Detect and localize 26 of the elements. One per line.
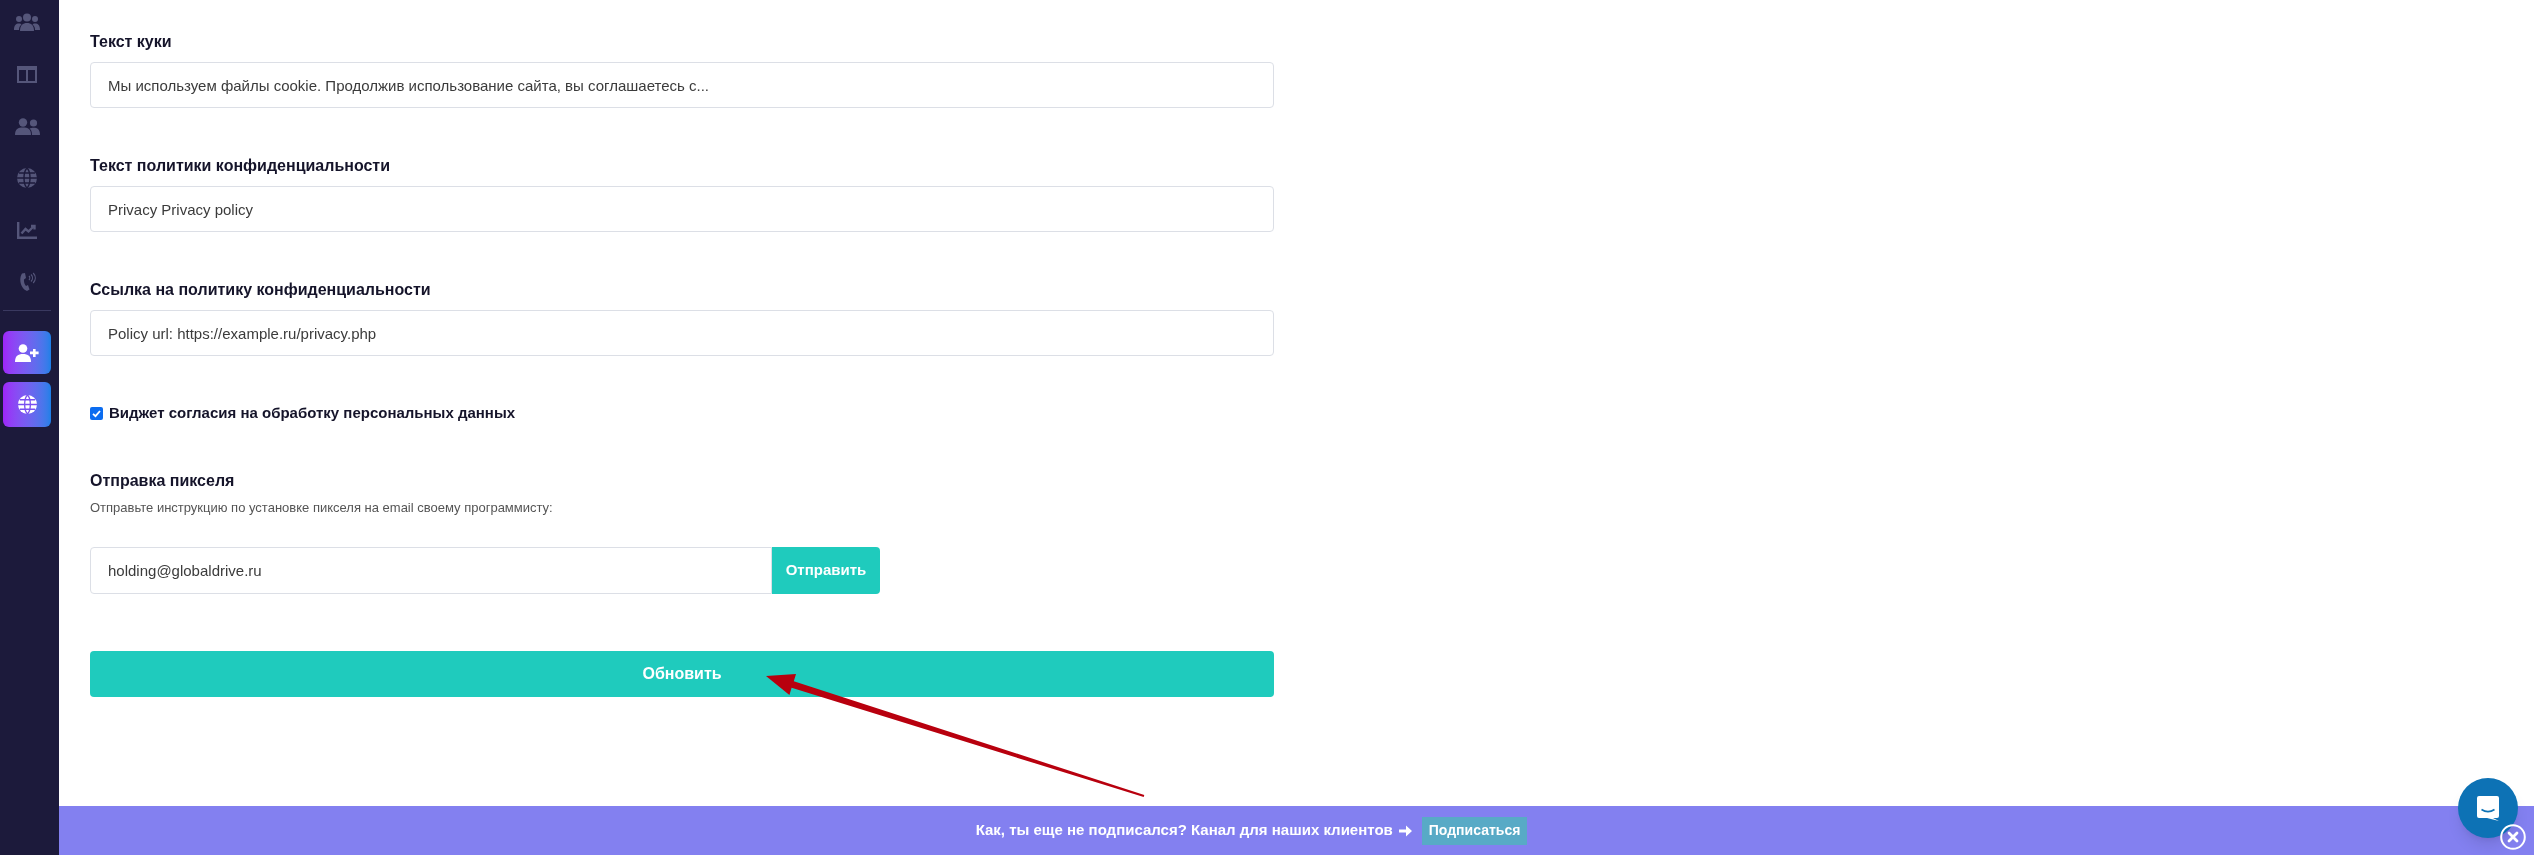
checkbox[interactable]: [90, 406, 103, 420]
section-title: Отправка пикселя: [90, 471, 236, 491]
phone-icon[interactable]: [18, 272, 36, 292]
globe-button[interactable]: [3, 382, 51, 427]
section-description: Отправьте инструкцию по установке пикселя на email своему программисту:: [90, 499, 554, 517]
users-icon[interactable]: [14, 13, 40, 31]
chat-button[interactable]: [2458, 778, 2518, 838]
arrow-right-icon: [1398, 824, 1412, 837]
text-input[interactable]: Мы используем файлы cookie. Продолжив использование сайта, вы соглашаетесь с...: [90, 62, 1274, 108]
columns-icon[interactable]: [17, 65, 37, 83]
globe-icon[interactable]: [17, 168, 37, 188]
checkbox-label: Виджет согласия на обработку персональных данных: [109, 402, 516, 423]
globe-icon: [17, 395, 37, 414]
text-input[interactable]: holding@globaldrive.ru: [90, 547, 772, 594]
users-icon[interactable]: [14, 117, 40, 135]
field-label: Текст куки: [90, 32, 173, 52]
text-input[interactable]: Privacy Privacy policy: [90, 186, 1274, 232]
close-icon[interactable]: [2500, 824, 2526, 850]
field-label: Ссылка на политику конфиденциальности: [90, 280, 432, 300]
line-chart-icon[interactable]: [17, 221, 37, 239]
user-plus-icon: [15, 343, 39, 362]
banner-text: Как, ты еще не подписался? Канал для наших клиентов: [975, 820, 1393, 841]
field-label: Текст политики конфиденциальности: [90, 156, 391, 176]
add-user-button[interactable]: [3, 331, 51, 374]
chat-bubble-icon: [2477, 795, 2499, 821]
text-input[interactable]: Policy url: https://example.ru/privacy.php: [90, 310, 1274, 356]
